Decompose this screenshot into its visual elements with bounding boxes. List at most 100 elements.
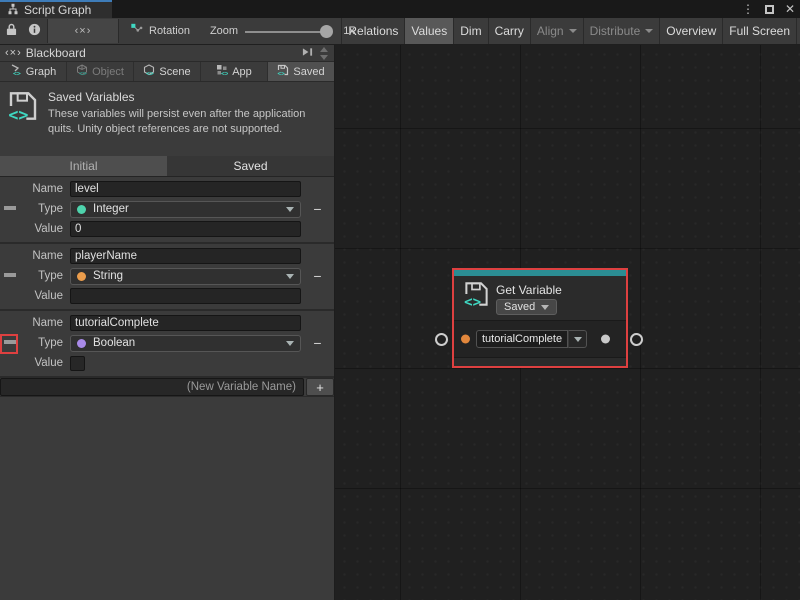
initial-saved-subtabs: Initial Saved (0, 156, 334, 177)
get-variable-node[interactable]: <> Get Variable Saved tutorialComplete (452, 268, 628, 368)
zoom-label: Zoom (203, 19, 245, 43)
panel-scroll-arrows[interactable] (317, 47, 331, 60)
zoom-slider-track[interactable] (245, 31, 328, 33)
saved-variables-info: <> Saved Variables These variables will … (0, 82, 334, 156)
window-title: Script Graph (24, 3, 91, 17)
chevron-down-icon (574, 337, 582, 342)
chevron-down-icon (286, 341, 294, 346)
variable-name-dropdown[interactable]: tutorialComplete (476, 330, 587, 348)
add-variable-button[interactable]: + (306, 378, 334, 396)
toolbar-right-group: Relations Values Dim Carry Align Distrib… (341, 18, 797, 44)
svg-text:<>: <> (13, 70, 21, 77)
graph-toolbar: ‹×› Rotation Zoom 1x Relations Values Di… (0, 18, 800, 45)
dim-button[interactable]: Dim (453, 18, 487, 44)
variable-row-playerName: Name Type String − Value (0, 244, 334, 311)
remove-variable-button[interactable]: − (301, 336, 334, 350)
output-port[interactable] (601, 335, 610, 344)
variable-row-level: Name Type Integer − Value (0, 177, 334, 244)
type-color-dot (77, 272, 86, 281)
type-color-dot (77, 339, 86, 348)
lock-button[interactable] (0, 19, 22, 43)
saved-variables-icon: <> (6, 90, 40, 156)
close-icon[interactable]: ✕ (785, 3, 795, 15)
rotation-button[interactable]: Rotation (121, 19, 199, 43)
align-button[interactable]: Align (530, 18, 583, 44)
kebab-menu-icon[interactable]: ⋮ (742, 3, 754, 15)
node-footer (454, 358, 626, 366)
tab-graph[interactable]: <> Graph (0, 62, 67, 81)
saved-tab-icon: <> (277, 64, 289, 79)
variables-icon: ‹×› (75, 25, 92, 37)
info-button[interactable] (22, 19, 47, 43)
scroll-up-icon[interactable] (320, 47, 328, 52)
variable-scope-tabs: <> Graph <> Object <> Scene <> App <> (0, 62, 334, 82)
remove-variable-button[interactable]: − (301, 202, 334, 216)
chevron-down-icon (569, 29, 577, 33)
distribute-button[interactable]: Distribute (583, 18, 660, 44)
type-dropdown[interactable]: String (70, 268, 301, 285)
blackboard-title: Blackboard (26, 46, 86, 60)
tab-scene[interactable]: <> Scene (134, 62, 201, 81)
blackboard-panel: ‹×› Blackboard <> Graph <> Object (0, 45, 335, 600)
value-label: Value (0, 357, 70, 369)
relations-button[interactable]: Relations (341, 18, 404, 44)
full-screen-button[interactable]: Full Screen (722, 18, 797, 44)
script-graph-icon (7, 3, 19, 18)
value-checkbox[interactable] (70, 356, 85, 371)
scroll-down-icon[interactable] (320, 55, 328, 60)
saved-variables-icon: <> (463, 279, 490, 314)
variable-value-input[interactable] (70, 288, 301, 304)
drag-handle-icon[interactable] (4, 273, 16, 277)
variable-name-input[interactable] (70, 315, 301, 331)
variable-name-input[interactable] (70, 248, 301, 264)
variable-row-tutorialComplete: Name Type Boolean − Value (0, 311, 334, 378)
new-variable-name-input[interactable] (0, 378, 304, 396)
tab-app[interactable]: <> App (201, 62, 268, 81)
overview-button[interactable]: Overview (659, 18, 722, 44)
node-title: Get Variable (496, 283, 562, 297)
remove-variable-button[interactable]: − (301, 269, 334, 283)
variable-scope-dropdown[interactable]: Saved (496, 299, 557, 315)
drag-handle-icon[interactable] (4, 206, 16, 210)
values-button[interactable]: Values (404, 18, 453, 44)
tab-script-graph[interactable]: Script Graph (0, 0, 112, 18)
variables-toggle-button[interactable]: ‹×› (47, 19, 119, 43)
chevron-down-icon (286, 274, 294, 279)
type-color-dot (77, 205, 86, 214)
variables-icon: ‹×› (5, 47, 22, 59)
new-variable-row: + (0, 378, 334, 397)
svg-text:<>: <> (278, 71, 286, 77)
zoom-slider-handle[interactable] (320, 25, 333, 38)
graph-canvas[interactable]: <> Get Variable Saved tutorialComplete (335, 45, 800, 600)
variable-value-input[interactable] (70, 221, 301, 237)
tab-saved[interactable]: <> Saved (268, 62, 334, 81)
value-label: Value (0, 290, 70, 302)
name-label: Name (0, 250, 70, 262)
node-right-connection-port[interactable] (630, 333, 643, 346)
svg-text:<>: <> (8, 106, 28, 122)
info-description: These variables will persist even after … (48, 107, 330, 137)
info-heading: Saved Variables (48, 90, 330, 104)
node-left-connection-port[interactable] (435, 333, 448, 346)
value-label: Value (0, 223, 70, 235)
type-dropdown[interactable]: Boolean (70, 335, 301, 352)
dock-toggle-icon[interactable] (302, 46, 313, 60)
app-tab-icon: <> (216, 64, 228, 79)
chevron-down-icon (645, 29, 653, 33)
tab-object[interactable]: <> Object (67, 62, 134, 81)
node-body: tutorialComplete (454, 320, 626, 358)
svg-text:<>: <> (221, 70, 228, 77)
name-label: Name (0, 183, 70, 195)
lock-icon (6, 23, 17, 39)
carry-button[interactable]: Carry (488, 18, 530, 44)
variable-name-input[interactable] (70, 181, 301, 197)
node-header[interactable]: <> Get Variable Saved (454, 276, 626, 320)
type-dropdown[interactable]: Integer (70, 201, 301, 218)
maximize-icon[interactable] (765, 5, 774, 14)
window-controls: ⋮ ✕ (742, 0, 795, 18)
input-port[interactable] (461, 335, 470, 344)
subtab-initial[interactable]: Initial (0, 156, 167, 176)
red-highlight-annotation (0, 334, 18, 354)
graph-tab-icon: <> (10, 64, 22, 79)
subtab-saved[interactable]: Saved (167, 156, 334, 176)
